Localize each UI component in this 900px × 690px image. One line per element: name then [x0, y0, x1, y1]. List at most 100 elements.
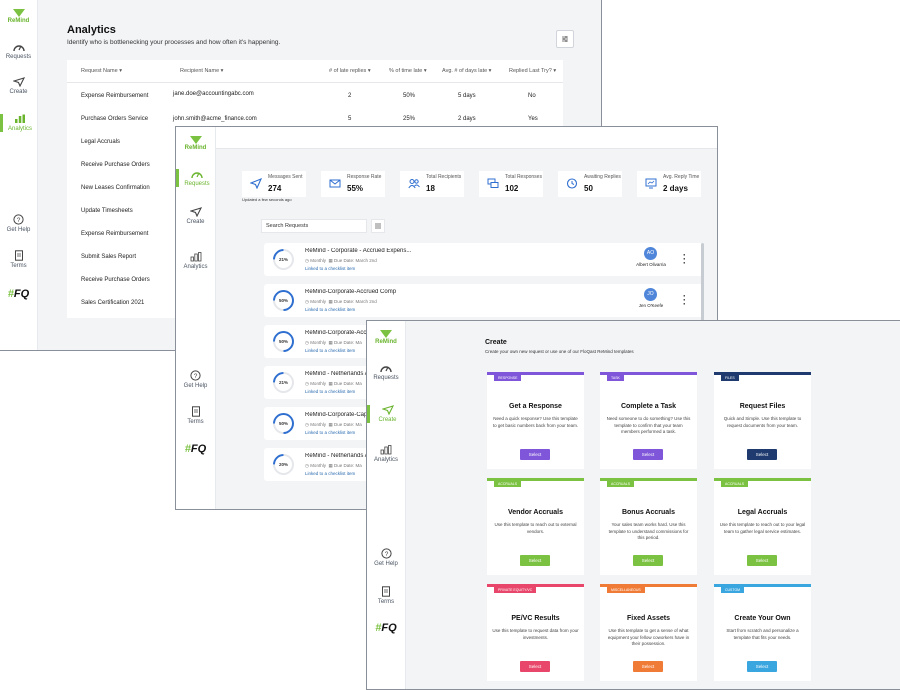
- template-card[interactable]: TASK Complete a Task Need someone to do …: [600, 372, 697, 469]
- cell-late: 5: [348, 116, 352, 122]
- checklist-link[interactable]: Linked to a checklist item: [305, 389, 355, 394]
- checklist-link[interactable]: Linked to a checklist item: [305, 307, 355, 312]
- help-icon: ?: [13, 214, 24, 225]
- sidebar-item-label: Analytics: [7, 126, 32, 132]
- sidebar-item-create[interactable]: Create: [176, 207, 215, 225]
- template-title: Vendor Accruals: [508, 509, 563, 516]
- mail-icon: [329, 179, 341, 188]
- search-input[interactable]: Search Requests: [261, 219, 367, 233]
- template-tag: FILES: [721, 375, 739, 381]
- sidebar-item-create[interactable]: Create: [0, 77, 37, 95]
- checklist-link[interactable]: Linked to a checklist item: [305, 430, 355, 435]
- template-tag: MISCELLANEOUS: [607, 587, 645, 593]
- checklist-link[interactable]: Linked to a checklist item: [305, 348, 355, 353]
- template-description: Start from scratch and personalize a tem…: [726, 628, 799, 640]
- avatar: AO: [644, 247, 657, 260]
- sidebar-item-analytics[interactable]: Analytics: [176, 252, 215, 270]
- sidebar-item-label: Create: [378, 417, 397, 423]
- sidebar-item-analytics[interactable]: Analytics: [367, 445, 405, 463]
- column-header[interactable]: % of time late ▾: [389, 68, 427, 74]
- sidebar: ReMind Requests Create Analytics ? Get H…: [176, 127, 216, 509]
- filter-button[interactable]: [556, 30, 574, 48]
- cell-request: Submit Sales Report: [81, 254, 137, 260]
- sidebar-item-get-help[interactable]: ? Get Help: [176, 370, 215, 389]
- template-card[interactable]: CUSTOM Create Your Own Start from scratc…: [714, 584, 811, 681]
- request-card[interactable]: 50% ReMind-Corporate-Accrued Comp ◷ Mont…: [264, 284, 704, 317]
- template-description: Use this template to get a sense of what…: [607, 628, 690, 646]
- avatar: JO: [644, 288, 657, 301]
- select-button[interactable]: Select: [747, 661, 777, 672]
- template-card[interactable]: RESPONSE Get a Response Need a quick res…: [487, 372, 584, 469]
- sidebar-item-create[interactable]: Create: [367, 405, 405, 423]
- select-button[interactable]: Select: [747, 555, 777, 566]
- request-card[interactable]: 21% ReMind - Corporate - Accrued Expens.…: [264, 243, 704, 276]
- template-title: Complete a Task: [620, 403, 677, 410]
- select-button[interactable]: Select: [633, 449, 663, 460]
- column-header[interactable]: Replied Last Try? ▾: [509, 68, 556, 74]
- scrollbar[interactable]: [701, 243, 704, 323]
- remind-logo: ReMind: [367, 329, 405, 345]
- sidebar-item-requests[interactable]: Requests: [0, 42, 37, 60]
- select-button[interactable]: Select: [633, 661, 663, 672]
- select-button[interactable]: Select: [520, 449, 550, 460]
- select-button[interactable]: Select: [520, 661, 550, 672]
- table-header: Request Name ▾ Recipient Name ▾ # of lat…: [67, 60, 563, 83]
- sidebar-item-label: Analytics: [373, 457, 398, 463]
- more-options-icon[interactable]: · · ·: [683, 251, 686, 268]
- stat-card: Awaiting Replies 50: [558, 171, 622, 197]
- request-meta: ◷ Monthly ▦ Due Date: Ma: [305, 422, 362, 427]
- paper-plane-icon: [381, 405, 394, 415]
- select-button[interactable]: Select: [747, 449, 777, 460]
- template-description: Need a quick response? Use this template…: [492, 416, 579, 428]
- cell-request: Update Timesheets: [81, 208, 133, 214]
- template-title: PE/VC Results: [511, 615, 560, 622]
- svg-text:?: ?: [384, 551, 388, 558]
- paper-plane-icon: [12, 77, 25, 87]
- search-placeholder: Search Requests: [266, 223, 309, 229]
- column-header[interactable]: Recipient Name ▾: [180, 68, 223, 74]
- help-icon: ?: [190, 370, 201, 381]
- template-description: Use this template to reach out to your l…: [719, 522, 806, 534]
- column-header[interactable]: Request Name ▾: [81, 68, 122, 74]
- bar-chart-icon: [380, 445, 392, 455]
- sidebar-item-terms[interactable]: Terms: [0, 250, 37, 269]
- request-meta: ◷ Monthly ▦ Due Date: Ma: [305, 463, 362, 468]
- checklist-link[interactable]: Linked to a checklist item: [305, 471, 355, 476]
- sidebar-item-terms[interactable]: Terms: [367, 586, 405, 605]
- help-icon: ?: [380, 548, 392, 559]
- request-title: ReMind - Corporate - Accrued Expens...: [305, 248, 412, 254]
- template-card[interactable]: PRIVATE EQUITY/VC PE/VC Results Use this…: [487, 584, 584, 681]
- sidebar-item-get-help[interactable]: ? Get Help: [367, 548, 405, 567]
- sidebar-item-label: Requests: [5, 54, 32, 60]
- template-card[interactable]: ACCRUALS Bonus Accruals Your sales team …: [600, 478, 697, 575]
- sidebar-item-label: Requests: [184, 181, 210, 187]
- more-options-icon[interactable]: · · ·: [683, 292, 686, 309]
- sidebar-item-analytics[interactable]: Analytics: [0, 114, 37, 132]
- filter-icon: [375, 223, 381, 229]
- sidebar-item-requests[interactable]: Requests: [367, 363, 405, 381]
- select-button[interactable]: Select: [633, 555, 663, 566]
- template-card[interactable]: MISCELLANEOUS Fixed Assets Use this temp…: [600, 584, 697, 681]
- column-header[interactable]: # of late replies ▾: [329, 68, 371, 74]
- svg-text:?: ?: [17, 217, 21, 224]
- column-header[interactable]: Avg. # of days late ▾: [442, 68, 491, 74]
- sidebar-item-terms[interactable]: Terms: [176, 406, 215, 425]
- cell-request: Expense Reimbursement: [81, 93, 149, 99]
- sidebar-item-get-help[interactable]: ? Get Help: [0, 214, 37, 233]
- bar-chart-icon: [190, 252, 201, 262]
- document-icon: [191, 406, 200, 417]
- template-title: Request Files: [739, 403, 786, 410]
- select-button[interactable]: Select: [520, 555, 550, 566]
- table-row[interactable]: Expense Reimbursement jane.doe@accountin…: [67, 84, 563, 107]
- filter-button[interactable]: [371, 219, 385, 233]
- template-card[interactable]: FILES Request Files Quick and Simple. Us…: [714, 372, 811, 469]
- template-tag: ACCRUALS: [607, 481, 635, 487]
- progress-ring: 21%: [268, 244, 299, 275]
- template-card[interactable]: ACCRUALS Legal Accruals Use this templat…: [714, 478, 811, 575]
- checklist-link[interactable]: Linked to a checklist item: [305, 266, 355, 271]
- people-icon: [408, 179, 420, 189]
- sidebar-item-requests[interactable]: Requests: [176, 169, 215, 187]
- template-card[interactable]: ACCRUALS Vendor Accruals Use this templa…: [487, 478, 584, 575]
- sidebar-item-label: Create: [9, 89, 28, 95]
- floqast-logo: #FQ: [7, 288, 30, 300]
